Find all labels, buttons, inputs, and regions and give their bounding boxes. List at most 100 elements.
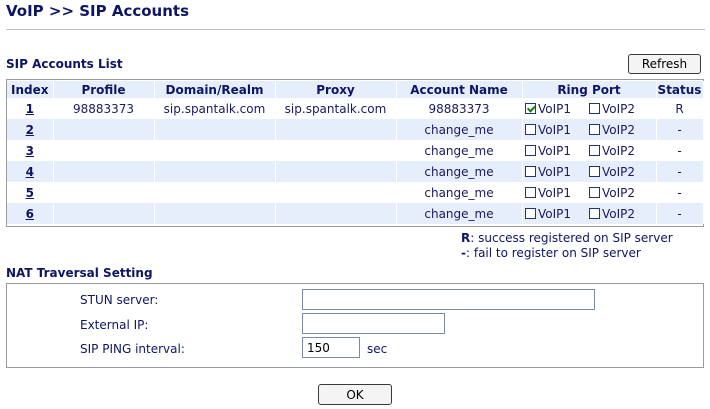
voip1-label: VoIP1 <box>538 122 572 137</box>
nat-section-title: NAT Traversal Setting <box>6 266 153 280</box>
cell-profile <box>53 161 155 182</box>
cell-account-name: change_me <box>396 119 523 140</box>
cell-domain: sip.spantalk.com <box>154 98 276 119</box>
voip2-label: VoIP2 <box>602 143 636 158</box>
ring-port-voip1: VoIP1 <box>525 165 589 179</box>
sip-ping-interval-label: SIP PING interval: <box>80 342 185 356</box>
voip1-label: VoIP1 <box>538 101 572 116</box>
legend-registered-text: : success registered on SIP server <box>470 231 673 245</box>
account-index-link[interactable]: 1 <box>26 102 34 116</box>
title-divider <box>6 29 705 30</box>
table-row: 2 change_me VoIP1 VoIP2 - <box>7 119 704 140</box>
external-ip-input[interactable] <box>302 313 445 334</box>
table-header-row: Index Profile Domain/Realm Proxy Account… <box>7 81 704 98</box>
ring-port-voip2: VoIP2 <box>589 207 653 221</box>
voip2-checkbox[interactable] <box>589 102 600 114</box>
ring-port-voip2: VoIP2 <box>589 186 653 200</box>
cell-account-name: 98883373 <box>396 98 523 119</box>
cell-account-name: change_me <box>396 140 523 161</box>
sip-ping-interval-unit: sec <box>367 342 388 356</box>
cell-proxy <box>275 203 397 224</box>
voip2-checkbox[interactable] <box>589 207 600 219</box>
account-index-link[interactable]: 2 <box>26 123 34 137</box>
voip2-label: VoIP2 <box>602 101 636 116</box>
cell-ring-port: VoIP1 VoIP2 <box>522 140 657 161</box>
cell-ring-port: VoIP1 VoIP2 <box>522 119 657 140</box>
voip1-checkbox[interactable] <box>525 207 536 219</box>
voip2-label: VoIP2 <box>602 185 636 200</box>
external-ip-label: External IP: <box>80 318 149 332</box>
legend-registered-key: R <box>461 231 471 245</box>
stun-server-label: STUN server: <box>80 293 159 307</box>
cell-ring-port: VoIP1 VoIP2 <box>522 161 657 182</box>
voip1-checkbox[interactable] <box>525 123 536 135</box>
cell-profile <box>53 119 155 140</box>
cell-ring-port: VoIP1 VoIP2 <box>522 98 657 119</box>
table-row: 1 98883373 sip.spantalk.com sip.spantalk.co… <box>7 98 704 119</box>
table-row: 6 change_me VoIP1 VoIP2 - <box>7 203 704 224</box>
voip1-checkbox[interactable] <box>525 144 536 156</box>
ring-port-voip1: VoIP1 <box>525 123 589 137</box>
voip1-label: VoIP1 <box>538 185 572 200</box>
legend-registered: R: success registered on SIP server <box>461 231 673 245</box>
col-proxy: Proxy <box>275 81 397 98</box>
voip2-checkbox[interactable] <box>589 186 600 198</box>
account-index-link[interactable]: 5 <box>26 186 34 200</box>
cell-ring-port: VoIP1 VoIP2 <box>522 182 657 203</box>
voip1-checkbox[interactable] <box>525 186 536 198</box>
cell-domain <box>154 140 276 161</box>
col-domain: Domain/Realm <box>154 81 276 98</box>
cell-index: 3 <box>7 140 54 161</box>
cell-index: 4 <box>7 161 54 182</box>
voip2-checkbox[interactable] <box>589 165 600 177</box>
cell-profile <box>53 182 155 203</box>
sip-accounts-table: Index Profile Domain/Realm Proxy Account… <box>7 81 704 224</box>
account-index-link[interactable]: 6 <box>26 207 34 221</box>
sip-ping-interval-input[interactable] <box>302 337 360 358</box>
voip2-checkbox[interactable] <box>589 144 600 156</box>
cell-domain <box>154 119 276 140</box>
cell-index: 2 <box>7 119 54 140</box>
cell-profile: 98883373 <box>53 98 155 119</box>
cell-status: R <box>656 98 704 119</box>
ring-port-voip2: VoIP2 <box>589 102 653 116</box>
voip2-checkbox[interactable] <box>589 123 600 135</box>
ring-port-voip1: VoIP1 <box>525 144 589 158</box>
voip1-checkbox[interactable] <box>525 102 536 114</box>
table-row: 3 change_me VoIP1 VoIP2 - <box>7 140 704 161</box>
table-row: 5 change_me VoIP1 VoIP2 - <box>7 182 704 203</box>
cell-proxy <box>275 119 397 140</box>
ok-button[interactable]: OK <box>318 384 392 405</box>
voip1-label: VoIP1 <box>538 206 572 221</box>
cell-status: - <box>656 119 704 140</box>
col-profile: Profile <box>53 81 155 98</box>
account-index-link[interactable]: 4 <box>26 165 34 179</box>
ring-port-voip2: VoIP2 <box>589 123 653 137</box>
stun-server-input[interactable] <box>302 289 595 310</box>
cell-proxy <box>275 140 397 161</box>
voip1-checkbox[interactable] <box>525 165 536 177</box>
table-row: 4 change_me VoIP1 VoIP2 - <box>7 161 704 182</box>
cell-account-name: change_me <box>396 161 523 182</box>
cell-account-name: change_me <box>396 182 523 203</box>
cell-status: - <box>656 161 704 182</box>
cell-profile <box>53 140 155 161</box>
ring-port-voip1: VoIP1 <box>525 207 589 221</box>
cell-proxy: sip.spantalk.com <box>275 98 397 119</box>
cell-index: 1 <box>7 98 54 119</box>
voip1-label: VoIP1 <box>538 143 572 158</box>
col-index: Index <box>7 81 54 98</box>
cell-proxy <box>275 182 397 203</box>
page-title: VoIP >> SIP Accounts <box>6 2 190 20</box>
col-status: Status <box>656 81 704 98</box>
legend-failed: -: fail to register on SIP server <box>461 246 641 260</box>
ring-port-voip1: VoIP1 <box>525 102 589 116</box>
refresh-button[interactable]: Refresh <box>628 54 701 74</box>
cell-domain <box>154 203 276 224</box>
voip2-label: VoIP2 <box>602 164 636 179</box>
cell-status: - <box>656 182 704 203</box>
col-account-name: Account Name <box>396 81 523 98</box>
cell-domain <box>154 182 276 203</box>
account-index-link[interactable]: 3 <box>26 144 34 158</box>
cell-ring-port: VoIP1 VoIP2 <box>522 203 657 224</box>
